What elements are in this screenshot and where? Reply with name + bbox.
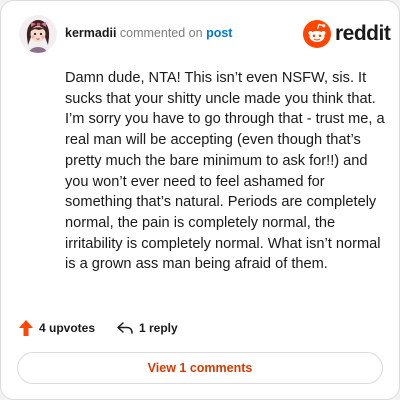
reddit-wordmark: reddit	[335, 22, 391, 45]
upvote-count: 4 upvotes	[39, 321, 96, 335]
comment-author[interactable]: kermadii	[65, 26, 116, 40]
comment-header: kermadii commented on post reddit	[19, 15, 391, 55]
upvote-button[interactable]: 4 upvotes	[18, 317, 95, 339]
comment-meta: kermadii commented on post	[65, 26, 232, 40]
reddit-brand[interactable]: reddit	[303, 19, 391, 49]
reply-button[interactable]: 1 reply	[116, 317, 178, 339]
comment-body: Damn dude, NTA! This isn’t even NSFW, si…	[65, 70, 385, 273]
comment-actions: 4 upvotes 1 reply	[18, 317, 318, 339]
upvote-arrow-icon	[19, 320, 33, 336]
view-comments-button[interactable]: View 1 comments	[17, 352, 383, 384]
comment-action-text: commented on	[119, 26, 203, 40]
reddit-logo-icon	[303, 20, 331, 48]
reply-arrow-icon	[117, 322, 133, 334]
avatar-image	[19, 15, 57, 53]
reply-count: 1 reply	[139, 321, 178, 335]
user-avatar[interactable]	[19, 15, 57, 53]
post-link[interactable]: post	[206, 26, 232, 40]
comment-card: kermadii commented on post reddit Damn d…	[0, 0, 400, 400]
